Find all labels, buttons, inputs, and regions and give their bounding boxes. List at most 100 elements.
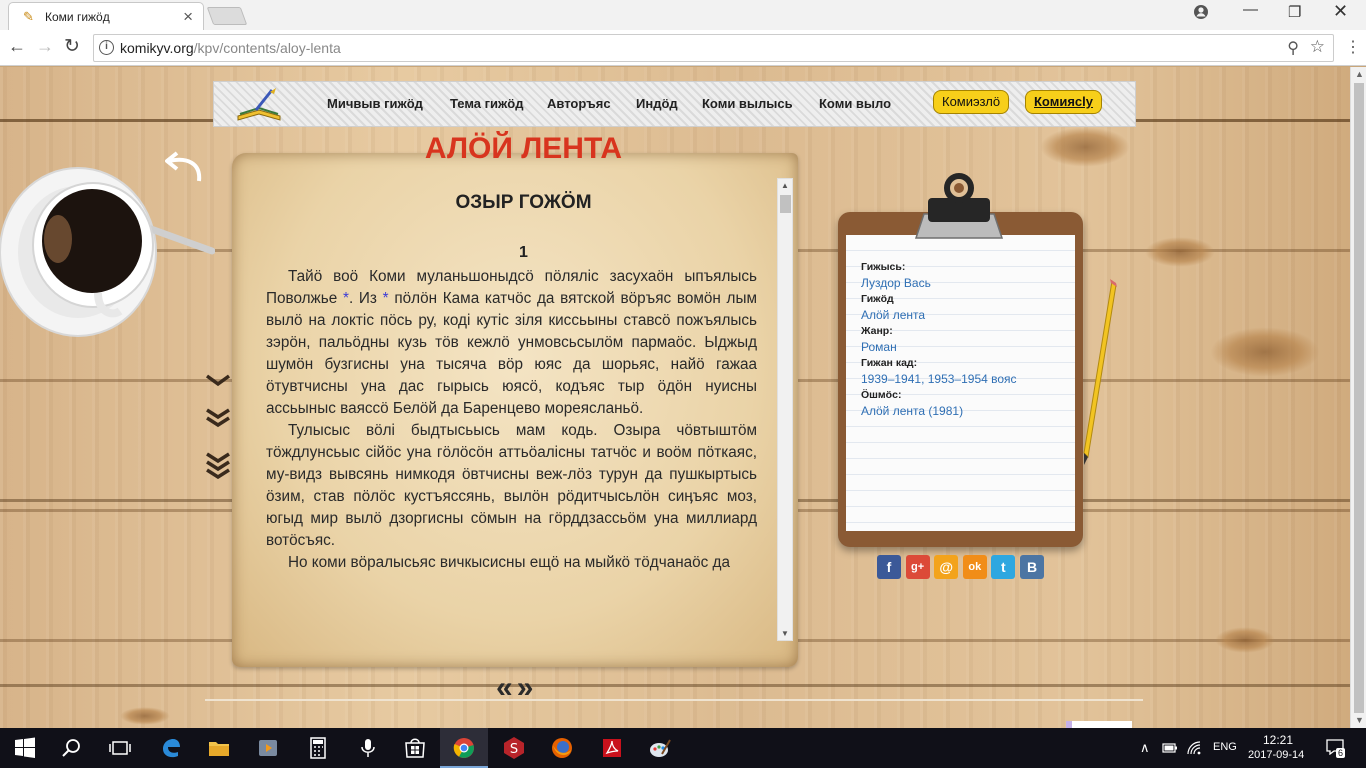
close-window-icon[interactable]: ✕ xyxy=(1333,1,1348,22)
svg-text:S: S xyxy=(510,742,518,757)
wood-knot xyxy=(1145,237,1215,267)
pdf-icon[interactable] xyxy=(600,736,624,760)
time-link[interactable]: 1939–1941, 1953–1954 вояс xyxy=(861,371,1061,387)
zoom-icon[interactable]: ⚲ xyxy=(1287,38,1299,58)
article-scrollbar[interactable]: ▲ ▼ xyxy=(777,178,793,641)
maximize-icon[interactable]: ❐ xyxy=(1288,3,1301,21)
scroll-down-icon[interactable]: ▼ xyxy=(1355,715,1364,725)
forward-arrow-icon[interactable]: → xyxy=(36,36,54,57)
facebook-icon[interactable]: f xyxy=(877,555,901,579)
chapter-number: 1 xyxy=(519,244,528,261)
nav-button-komi-1[interactable]: Комиэзлӧ xyxy=(933,90,1010,114)
article-paragraph: Но коми вӧралысьяс вичкысисны ещӧ на мый… xyxy=(288,554,730,571)
source-link[interactable]: Алӧй лента (1981) xyxy=(861,403,1061,419)
article-paragraph: Тулысыс вӧлi быдтысьысь мам кодь. Озыра … xyxy=(266,422,757,549)
article-subtitle: ОЗЫР ГОЖӦМ xyxy=(455,192,592,213)
nav-link-index[interactable]: Индӧд xyxy=(636,96,678,111)
site-navigation: Мичвыв гижӧд Тема гижӧд Авторъяс Индӧд К… xyxy=(213,81,1136,127)
bookmark-star-icon[interactable]: ☆ xyxy=(1310,37,1325,57)
clipboard-clip-icon xyxy=(914,173,1004,239)
double-chevron-down-icon[interactable] xyxy=(204,407,232,429)
calculator-icon[interactable] xyxy=(306,736,330,760)
firefox-icon[interactable] xyxy=(550,736,574,760)
site-logo[interactable] xyxy=(236,86,282,124)
chevron-down-icon[interactable] xyxy=(204,372,232,388)
notification-count-badge: 6 xyxy=(1336,748,1346,758)
wood-knot xyxy=(1215,627,1275,653)
vk-icon[interactable]: B xyxy=(1020,555,1044,579)
favicon-icon: ✎ xyxy=(23,9,34,24)
pencil-image xyxy=(1083,279,1117,465)
browser-tab[interactable]: ✎ Коми гижӧд × xyxy=(8,2,204,30)
author-link[interactable]: Луздор Вась xyxy=(861,275,1061,291)
wood-knot xyxy=(120,707,170,725)
twitter-icon[interactable]: t xyxy=(991,555,1016,579)
microphone-icon[interactable] xyxy=(356,736,380,760)
page-scrollbar[interactable]: ▲ ▼ xyxy=(1350,67,1366,728)
info-icon[interactable]: i xyxy=(99,40,114,55)
mail-icon[interactable]: @ xyxy=(934,555,959,579)
scroll-up-icon[interactable]: ▲ xyxy=(1355,69,1364,79)
edge-icon[interactable] xyxy=(159,736,183,760)
wood-knot xyxy=(1210,327,1320,377)
work-link[interactable]: Алӧй лента xyxy=(861,307,1061,323)
media-player-icon[interactable] xyxy=(256,736,280,760)
genre-label: Жанр: xyxy=(861,325,893,337)
chrome-icon[interactable] xyxy=(452,736,476,760)
nav-link-tema[interactable]: Тема гижӧд xyxy=(450,96,523,111)
triple-chevron-down-icon[interactable] xyxy=(204,451,232,479)
close-tab-icon[interactable]: × xyxy=(183,7,193,27)
url-text[interactable]: komikyv.org/kpv/contents/aloy-lenta xyxy=(120,40,341,56)
wood-knot xyxy=(1040,127,1130,167)
odnoklassniki-icon[interactable]: ok xyxy=(962,555,987,579)
clock-time[interactable]: 12:21 xyxy=(1263,733,1293,747)
windows-start-icon[interactable] xyxy=(13,736,37,760)
app-s-icon[interactable]: S xyxy=(502,736,526,760)
scroll-thumb[interactable] xyxy=(1354,83,1364,713)
article-title: АЛӦЙ ЛЕНТА xyxy=(424,132,623,165)
task-view-icon[interactable] xyxy=(108,736,132,760)
file-explorer-icon[interactable] xyxy=(207,736,231,760)
back-arrow-icon[interactable] xyxy=(165,143,205,183)
nav-link-michvyv[interactable]: Мичвыв гижӧд xyxy=(327,96,423,111)
nav-button-komi-2[interactable]: Комиясly xyxy=(1025,90,1102,114)
nav-link-from-komi[interactable]: Коми вылысь xyxy=(702,96,793,111)
back-arrow-icon[interactable]: ← xyxy=(8,36,26,57)
source-label: Ӧшмӧс: xyxy=(861,389,902,401)
article-paragraph: Тайӧ воӧ Коми муланьшоныдсӧ пӧлялiс засу… xyxy=(266,268,757,417)
windows-taskbar: S ∧ ENG 12:21 2017-09-14 6 xyxy=(0,728,1366,768)
battery-icon[interactable] xyxy=(1162,741,1178,755)
language-indicator[interactable]: ENG xyxy=(1213,741,1237,753)
book-info: Гижысь: Луздор Вась Гижӧд Алӧй лента Жан… xyxy=(861,259,1061,419)
clock-date[interactable]: 2017-09-14 xyxy=(1248,749,1304,761)
article-body: Тайӧ воӧ Коми муланьшоныдсӧ пӧлялiс засу… xyxy=(266,266,757,642)
store-icon[interactable] xyxy=(403,736,427,760)
tab-title: Коми гижӧд xyxy=(45,10,110,24)
tab-bar: ✎ Коми гижӧд × — ❐ ✕ xyxy=(0,0,1366,30)
author-label: Гижысь: xyxy=(861,261,906,273)
divider xyxy=(205,699,1143,701)
address-bar[interactable]: i komikyv.org/kpv/contents/aloy-lenta ⚲ … xyxy=(93,34,1334,62)
new-tab-button[interactable] xyxy=(206,7,248,25)
wifi-icon[interactable] xyxy=(1187,741,1203,755)
reload-icon[interactable]: ↻ xyxy=(64,35,80,58)
page-viewport: Мичвыв гижӧд Тема гижӧд Авторъяс Индӧд К… xyxy=(0,67,1350,728)
minimize-icon[interactable]: — xyxy=(1243,1,1258,18)
browser-menu-icon[interactable]: ⋮ xyxy=(1345,37,1361,57)
scroll-down-icon[interactable]: ▼ xyxy=(781,629,789,638)
nav-link-to-komi[interactable]: Коми выло xyxy=(819,96,891,111)
profile-icon[interactable] xyxy=(1193,4,1209,20)
scroll-up-icon[interactable]: ▲ xyxy=(781,181,789,190)
paint-icon[interactable] xyxy=(648,736,672,760)
browser-toolbar: ← → ↻ i komikyv.org/kpv/contents/aloy-le… xyxy=(0,30,1366,66)
promo-widget[interactable] xyxy=(1066,721,1132,728)
google-plus-icon[interactable]: g+ xyxy=(905,555,930,579)
genre-link[interactable]: Роман xyxy=(861,339,1061,355)
tray-chevron-up-icon[interactable]: ∧ xyxy=(1140,740,1150,756)
time-label: Гижан кад: xyxy=(861,357,918,369)
wood-plank-line xyxy=(0,684,1350,687)
work-label: Гижӧд xyxy=(861,293,894,305)
scroll-thumb[interactable] xyxy=(780,195,791,213)
search-icon[interactable] xyxy=(60,736,84,760)
nav-link-authors[interactable]: Авторъяс xyxy=(547,96,611,111)
